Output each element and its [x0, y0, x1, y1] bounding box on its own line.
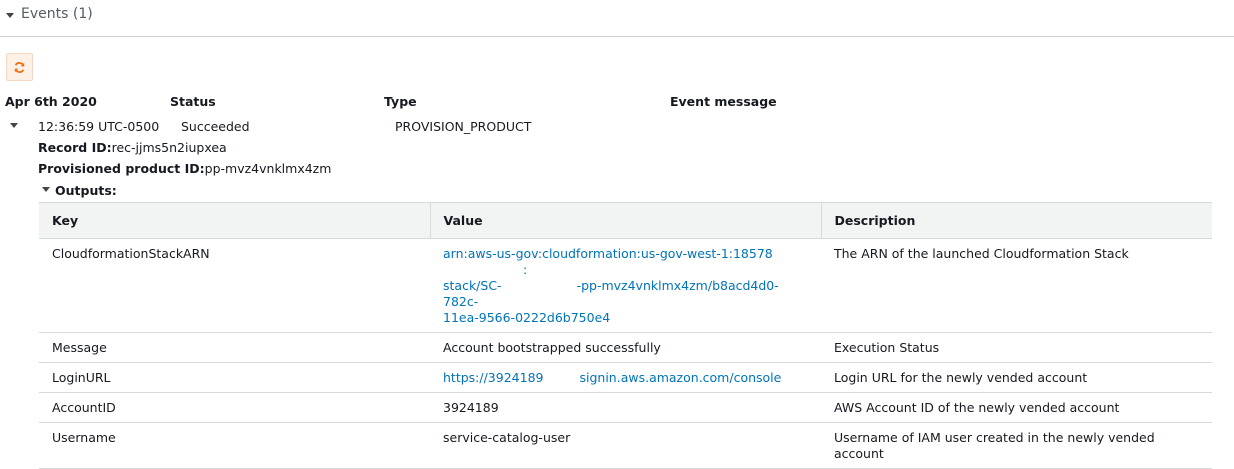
output-key: LoginURL	[39, 362, 430, 393]
section-title: Events (1)	[21, 6, 93, 22]
stack-arn-line: 11ea-9566-0222d6b750e4	[443, 310, 611, 325]
record-id-row: Record ID:rec-jjms5n2iupxea	[38, 140, 227, 155]
output-description: Username of IAM user created in the newl…	[821, 422, 1212, 469]
table-row: LoginURL https://3924189 signin.aws.amazo…	[39, 362, 1212, 393]
type-column-header: Type	[384, 94, 417, 109]
output-key: Username	[39, 422, 430, 469]
refresh-button[interactable]	[6, 53, 33, 81]
outputs-label[interactable]: Outputs:	[55, 183, 117, 198]
output-description: Execution Status	[821, 332, 1212, 363]
output-value: service-catalog-user	[430, 422, 821, 469]
output-key: AccountID	[39, 392, 430, 423]
status-column-header: Status	[170, 94, 216, 109]
key-column-header[interactable]: Key	[39, 202, 430, 239]
output-description: Login URL for the newly vended account	[821, 362, 1212, 393]
record-id-value: rec-jjms5n2iupxea	[111, 140, 227, 155]
output-value: 3924189	[430, 392, 821, 423]
record-id-label: Record ID:	[38, 140, 112, 155]
table-row: CloudformationStackARN arn:aws-us-gov:cl…	[39, 238, 1212, 333]
outputs-table: Key Value Description CloudformationStac…	[39, 202, 1212, 469]
caret-down-icon[interactable]	[6, 13, 14, 18]
output-value: Account bootstrapped successfully	[430, 332, 821, 363]
table-header-row: Key Value Description	[39, 202, 1212, 239]
refresh-icon	[14, 62, 25, 73]
table-row: AccountID 3924189 AWS Account ID of the …	[39, 392, 1212, 423]
output-key: Message	[39, 332, 430, 363]
stack-arn-separator: :	[523, 262, 528, 277]
events-section-header[interactable]: Events (1)	[0, 0, 1234, 37]
event-time: 12:36:59 UTC-0500	[38, 119, 160, 134]
output-description: AWS Account ID of the newly vended accou…	[821, 392, 1212, 423]
login-url-part: https://3924189	[443, 370, 544, 385]
value-column-header[interactable]: Value	[429, 202, 821, 239]
event-status: Succeeded	[181, 119, 250, 134]
stack-arn-line: arn:aws-us-gov:cloudformation:us-gov-wes…	[443, 246, 773, 261]
caret-down-icon[interactable]	[10, 123, 18, 128]
login-url-link[interactable]: https://3924189 signin.aws.amazon.com/con…	[430, 362, 821, 393]
stack-arn-line: stack/SC-	[443, 278, 502, 293]
provisioned-product-id-label: Provisioned product ID:	[38, 161, 205, 176]
provisioned-product-id-row: Provisioned product ID:pp-mvz4vnklmx4zm	[38, 161, 331, 176]
event-date-header: Apr 6th 2020	[5, 94, 97, 109]
event-type: PROVISION_PRODUCT	[395, 119, 532, 134]
output-key: CloudformationStackARN	[39, 238, 430, 333]
stack-arn-link[interactable]: arn:aws-us-gov:cloudformation:us-gov-wes…	[430, 238, 821, 333]
login-url-part: signin.aws.amazon.com/console	[579, 370, 782, 385]
event-message-column-header: Event message	[670, 94, 777, 109]
table-row: Username service-catalog-user Username o…	[39, 422, 1212, 469]
description-column-header[interactable]: Description	[820, 202, 1212, 239]
output-description: The ARN of the launched Cloudformation S…	[821, 238, 1212, 333]
caret-down-icon[interactable]	[42, 187, 50, 192]
table-row: Message Account bootstrapped successfull…	[39, 332, 1212, 363]
provisioned-product-id-value: pp-mvz4vnklmx4zm	[204, 161, 332, 176]
